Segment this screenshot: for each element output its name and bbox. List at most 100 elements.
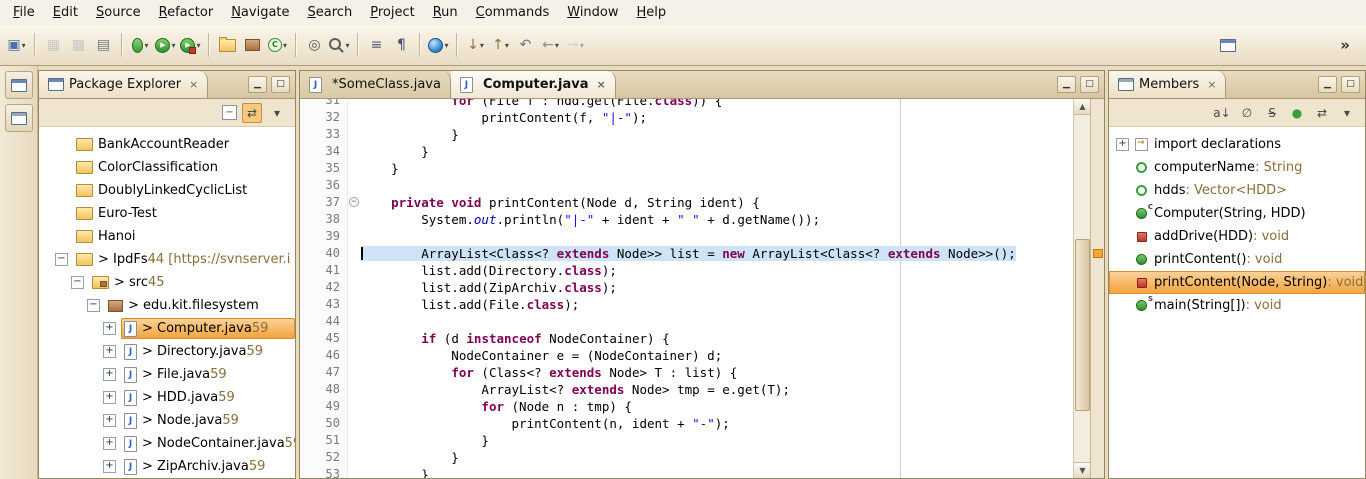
new-wizard-icon[interactable]: ▣▾ xyxy=(4,33,29,58)
selected-line-marker[interactable] xyxy=(1093,249,1103,258)
show-paragraph-marks-icon[interactable]: ¶ xyxy=(389,33,414,58)
code-line[interactable]: 47 for (Class<? extends Node> T : list) … xyxy=(300,364,1074,381)
tree-item[interactable]: +J> ZipArchiv.java 59 xyxy=(39,455,295,478)
menu-navigate[interactable]: Navigate xyxy=(222,2,298,23)
code-line[interactable]: 38 System.out.println("|-" + ident + " "… xyxy=(300,211,1074,228)
new-package-icon[interactable] xyxy=(240,33,265,58)
package-explorer-tab[interactable]: Package Explorer × xyxy=(39,71,208,98)
code-line[interactable]: 43 list.add(File.class); xyxy=(300,296,1074,313)
code-line[interactable]: 51 } xyxy=(300,432,1074,449)
menu-search[interactable]: Search xyxy=(299,2,362,23)
maximize-icon[interactable]: □ xyxy=(1341,76,1360,93)
code-line[interactable]: 50 printContent(n, ident + "-"); xyxy=(300,415,1074,432)
toolbar-overflow-chevron[interactable]: » xyxy=(1336,34,1354,56)
new-java-project-icon[interactable] xyxy=(215,33,240,58)
close-view-icon[interactable]: × xyxy=(1207,78,1216,91)
code-line[interactable]: 53 } xyxy=(300,466,1074,478)
menu-file[interactable]: File xyxy=(4,2,44,23)
member-item[interactable]: +import declarations xyxy=(1109,133,1365,156)
expand-toggle-icon[interactable]: + xyxy=(103,391,116,404)
code-line[interactable]: 45 if (d instanceof NodeContainer) { xyxy=(300,330,1074,347)
minimize-icon[interactable]: ▁ xyxy=(1318,76,1337,93)
member-item[interactable]: addDrive(HDD) : void xyxy=(1109,225,1365,248)
tree-item[interactable]: +J> Computer.java 59 xyxy=(39,317,295,340)
hide-fields-icon[interactable]: ∅ xyxy=(1237,103,1257,123)
menu-project[interactable]: Project xyxy=(361,2,424,23)
code-line[interactable]: 39 xyxy=(300,228,1074,245)
code-line[interactable]: 42 list.add(ZipArchiv.class); xyxy=(300,279,1074,296)
collapse-toggle-icon[interactable]: − xyxy=(71,276,84,289)
close-tab-icon[interactable]: × xyxy=(597,78,606,91)
code-line[interactable]: 41 list.add(Directory.class); xyxy=(300,262,1074,279)
minimize-icon[interactable]: ▁ xyxy=(248,76,267,93)
tree-item[interactable]: −> edu.kit.filesystem xyxy=(39,294,295,317)
members-tab[interactable]: Members × xyxy=(1109,71,1226,98)
tree-item[interactable]: +J> File.java 59 xyxy=(39,363,295,386)
collapse-toggle-icon[interactable]: − xyxy=(55,253,68,266)
maximize-icon[interactable]: □ xyxy=(271,76,290,93)
tree-item[interactable]: +J> NodeContainer.java 59 xyxy=(39,432,295,455)
tree-item[interactable]: Euro-Test xyxy=(39,202,295,225)
expand-toggle-icon[interactable]: + xyxy=(103,460,116,473)
member-item[interactable]: printContent(Node, String) : void xyxy=(1109,271,1365,294)
tree-item[interactable]: ColorClassification xyxy=(39,156,295,179)
code-line[interactable]: 33 } xyxy=(300,126,1074,143)
tree-item[interactable]: −> IpdFs 44 [https://svnserver.i xyxy=(39,248,295,271)
menu-source[interactable]: Source xyxy=(87,2,150,23)
back-icon[interactable]: ←▾ xyxy=(538,33,563,58)
scrollbar-thumb[interactable] xyxy=(1075,239,1090,411)
previous-annotation-icon[interactable]: ↑▾ xyxy=(488,33,513,58)
link-with-editor-icon[interactable]: ⇄ xyxy=(1312,103,1332,123)
code-line[interactable]: 37− private void printContent(Node d, St… xyxy=(300,194,1074,211)
code-line[interactable]: 48 ArrayList<? extends Node> tmp = e.get… xyxy=(300,381,1074,398)
member-item[interactable]: printContent() : void xyxy=(1109,248,1365,271)
collapse-all-icon[interactable]: − xyxy=(222,105,237,120)
link-with-editor-icon[interactable]: ⇄ xyxy=(242,103,262,123)
expand-toggle-icon[interactable]: + xyxy=(103,322,116,335)
menu-refactor[interactable]: Refactor xyxy=(150,2,223,23)
tree-item[interactable]: +J> HDD.java 59 xyxy=(39,386,295,409)
menu-run[interactable]: Run xyxy=(424,2,467,23)
code-line[interactable]: 49 for (Node n : tmp) { xyxy=(300,398,1074,415)
next-annotation-icon[interactable]: ↓▾ xyxy=(463,33,488,58)
tree-item[interactable]: +J> Node.java 59 xyxy=(39,409,295,432)
expand-toggle-icon[interactable]: + xyxy=(1116,138,1129,151)
tree-item[interactable]: DoublyLinkedCyclicList xyxy=(39,179,295,202)
menu-commands[interactable]: Commands xyxy=(467,2,559,23)
tab-computer-java[interactable]: J Computer.java × xyxy=(451,71,616,98)
show-whitespace-icon[interactable]: ≡ xyxy=(364,33,389,58)
code-line[interactable]: 46 NodeContainer e = (NodeContainer) d; xyxy=(300,347,1074,364)
scroll-up-icon[interactable]: ▲ xyxy=(1074,99,1091,115)
print-icon[interactable]: ▤ xyxy=(91,33,116,58)
maximize-icon[interactable]: □ xyxy=(1080,76,1099,93)
minimize-icon[interactable]: ▁ xyxy=(1057,76,1076,93)
expand-toggle-icon[interactable]: + xyxy=(103,437,116,450)
java-perspective-button[interactable] xyxy=(1215,33,1240,58)
debug-icon[interactable]: ▾ xyxy=(128,33,153,58)
member-item[interactable]: computerName : String xyxy=(1109,156,1365,179)
member-item[interactable]: hdds : Vector<HDD> xyxy=(1109,179,1365,202)
sort-members-icon[interactable]: a↓ xyxy=(1212,103,1232,123)
expand-toggle-icon[interactable]: + xyxy=(103,368,116,381)
hide-static-members-icon[interactable]: S xyxy=(1262,103,1282,123)
run-icon[interactable]: ▶▾ xyxy=(153,33,178,58)
code-line[interactable]: 35 } xyxy=(300,160,1074,177)
minimized-view-button[interactable] xyxy=(5,104,33,132)
tree-item[interactable]: +J> Directory.java 59 xyxy=(39,340,295,363)
code-line[interactable]: 40 ArrayList<Class<? extends Node>> list… xyxy=(300,245,1074,262)
last-edit-location-icon[interactable]: ↶ xyxy=(513,33,538,58)
menu-help[interactable]: Help xyxy=(628,2,676,23)
fold-collapse-icon[interactable]: − xyxy=(349,197,359,207)
tree-item[interactable]: BankAccountReader xyxy=(39,133,295,156)
code-line[interactable]: 34 } xyxy=(300,143,1074,160)
code-line[interactable]: 31 for (File f : hdd.get(File.class)) { xyxy=(300,99,1074,109)
expand-toggle-icon[interactable]: + xyxy=(103,345,116,358)
web-browser-icon[interactable]: ▾ xyxy=(426,33,451,58)
view-menu-icon[interactable]: ▾ xyxy=(1337,103,1357,123)
code-lines[interactable]: 31 for (File f : hdd.get(File.class)) { 3… xyxy=(300,99,1074,478)
hide-non-public-members-icon[interactable]: ● xyxy=(1287,103,1307,123)
tree-item[interactable]: Hanoi xyxy=(39,225,295,248)
collapse-toggle-icon[interactable]: − xyxy=(87,299,100,312)
run-external-tools-icon[interactable]: ▶▾ xyxy=(178,33,203,58)
code-line[interactable]: 36 xyxy=(300,177,1074,194)
